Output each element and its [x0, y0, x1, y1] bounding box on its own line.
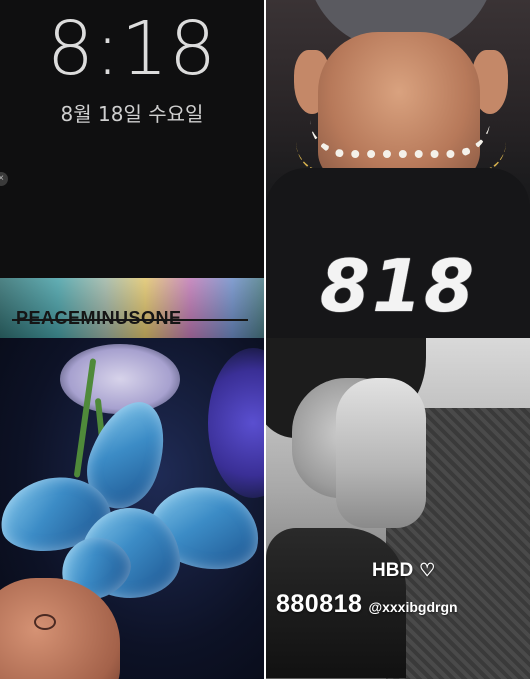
heart-icon: ♡ [419, 560, 436, 580]
lockscreen-time: 8:18 [46, 6, 218, 92]
shirt-tile[interactable]: 818 [266, 0, 530, 338]
close-icon[interactable]: × [0, 172, 8, 186]
purple-hydrangea [208, 348, 264, 498]
photo-collage: 8:18 8월 18일 수요일 × 818 PEACEMINUSONE HBD … [0, 0, 530, 679]
flower-tile[interactable] [0, 338, 264, 679]
story-birthday-line: 880818 @xxxibgdrgn [276, 590, 458, 619]
portrait-tile[interactable]: HBD ♡ 880818 @xxxibgdrgn [266, 338, 530, 679]
pale-flower [60, 344, 180, 414]
lockscreen-date: 8월 18일 수요일 [60, 102, 204, 126]
greeting-text: HBD [372, 560, 414, 581]
birthday-number: 880818 [276, 590, 363, 618]
lockscreen-tile[interactable]: 8:18 8월 18일 수요일 × [0, 0, 264, 278]
banner-strikethrough [12, 319, 248, 321]
shirt-number: 818 [319, 244, 477, 328]
user-mention[interactable]: @xxxibgdrgn [368, 599, 457, 615]
story-greeting: HBD ♡ [372, 560, 435, 582]
peace-sign-hand [336, 378, 426, 528]
peaceminusone-banner[interactable]: PEACEMINUSONE [0, 278, 264, 338]
hand-tattoo [34, 614, 56, 630]
